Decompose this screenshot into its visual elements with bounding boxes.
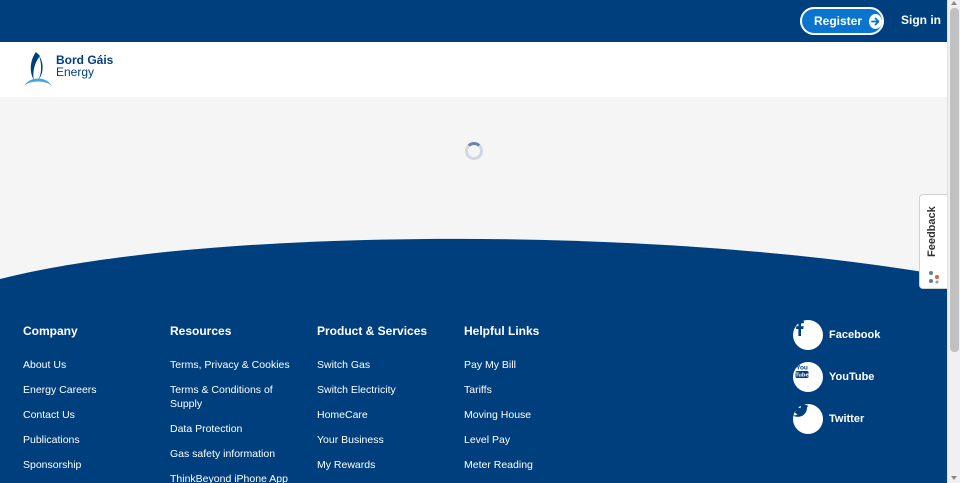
social-twitter-link[interactable]: Twitter: [793, 404, 864, 434]
footer-link-energy-careers[interactable]: Energy Careers: [23, 383, 153, 397]
footer-heading-helpful: Helpful Links: [464, 324, 540, 338]
svg-text:You: You: [796, 365, 808, 372]
footer-link-meter-reading[interactable]: Meter Reading: [464, 458, 594, 472]
footer-column-products: Product & Services Switch Gas Switch Ele…: [317, 324, 447, 483]
scroll-down-arrow-icon[interactable]: [951, 476, 957, 480]
svg-text:Tube: Tube: [795, 373, 809, 379]
footer-heading-resources: Resources: [170, 324, 232, 338]
footer-link-contact-us[interactable]: Contact Us: [23, 408, 153, 422]
footer-heading-products: Product & Services: [317, 324, 428, 338]
footer-link-my-rewards[interactable]: My Rewards: [317, 458, 447, 472]
footer-link-homecare[interactable]: HomeCare: [317, 408, 447, 422]
footer-link-switch-electricity[interactable]: Switch Electricity: [317, 383, 447, 397]
footer-link-your-business[interactable]: Your Business: [317, 433, 447, 447]
footer-link-terms-supply[interactable]: Terms & Conditions of Supply: [170, 383, 300, 411]
footer-link-switch-gas[interactable]: Switch Gas: [317, 358, 447, 372]
site-footer: Company About Us Energy Careers Contact …: [0, 236, 947, 483]
twitter-icon: [793, 404, 823, 434]
footer-link-sponsorship[interactable]: Sponsorship: [23, 458, 153, 472]
social-youtube-label: YouTube: [829, 371, 875, 383]
logo-line2: Energy: [56, 65, 95, 79]
footer-link-tariffs[interactable]: Tariffs: [464, 383, 594, 397]
social-facebook-label: Facebook: [829, 329, 881, 341]
footer-link-terms-privacy[interactable]: Terms, Privacy & Cookies: [170, 358, 300, 372]
scrollbar-thumb[interactable]: [950, 8, 959, 352]
footer-link-moving-house[interactable]: Moving House: [464, 408, 594, 422]
footer-link-pay-my-bill[interactable]: Pay My Bill: [464, 358, 594, 372]
feedback-dots-icon: [929, 271, 939, 284]
footer-link-gas-safety[interactable]: Gas safety information: [170, 447, 300, 461]
youtube-icon: You Tube: [793, 362, 823, 392]
top-bar: Register Sign in: [0, 0, 947, 42]
brand-logo[interactable]: Bord Gáis Energy: [22, 50, 122, 90]
page-scrollbar[interactable]: [947, 0, 960, 483]
social-twitter-label: Twitter: [829, 413, 865, 425]
footer-link-thinkbeyond-app[interactable]: ThinkBeyond iPhone App: [170, 472, 300, 483]
arrow-right-icon: [869, 13, 882, 29]
footer-link-publications[interactable]: Publications: [23, 433, 153, 447]
feedback-tab[interactable]: Feedback: [919, 194, 947, 289]
footer-column-resources: Resources Terms, Privacy & Cookies Terms…: [170, 324, 300, 483]
footer-column-helpful: Helpful Links Pay My Bill Tariffs Moving…: [464, 324, 594, 483]
footer-link-level-pay[interactable]: Level Pay: [464, 433, 594, 447]
register-label: Register: [814, 14, 863, 28]
facebook-icon: [793, 320, 823, 350]
social-facebook-link[interactable]: Facebook: [793, 320, 880, 350]
register-button[interactable]: Register: [800, 7, 884, 35]
footer-link-about-us[interactable]: About Us: [23, 358, 153, 372]
site-header: Bord Gáis Energy: [0, 42, 947, 97]
flame-icon: [24, 52, 52, 86]
feedback-label: Feedback: [926, 206, 938, 257]
footer-link-data-protection[interactable]: Data Protection: [170, 422, 300, 436]
footer-column-company: Company About Us Energy Careers Contact …: [23, 324, 153, 483]
loading-spinner: [465, 142, 483, 160]
social-youtube-link[interactable]: You Tube YouTube: [793, 362, 874, 392]
footer-heading-company: Company: [23, 324, 78, 338]
sign-in-link[interactable]: Sign in: [901, 13, 941, 27]
scroll-up-arrow-icon[interactable]: [951, 1, 957, 5]
